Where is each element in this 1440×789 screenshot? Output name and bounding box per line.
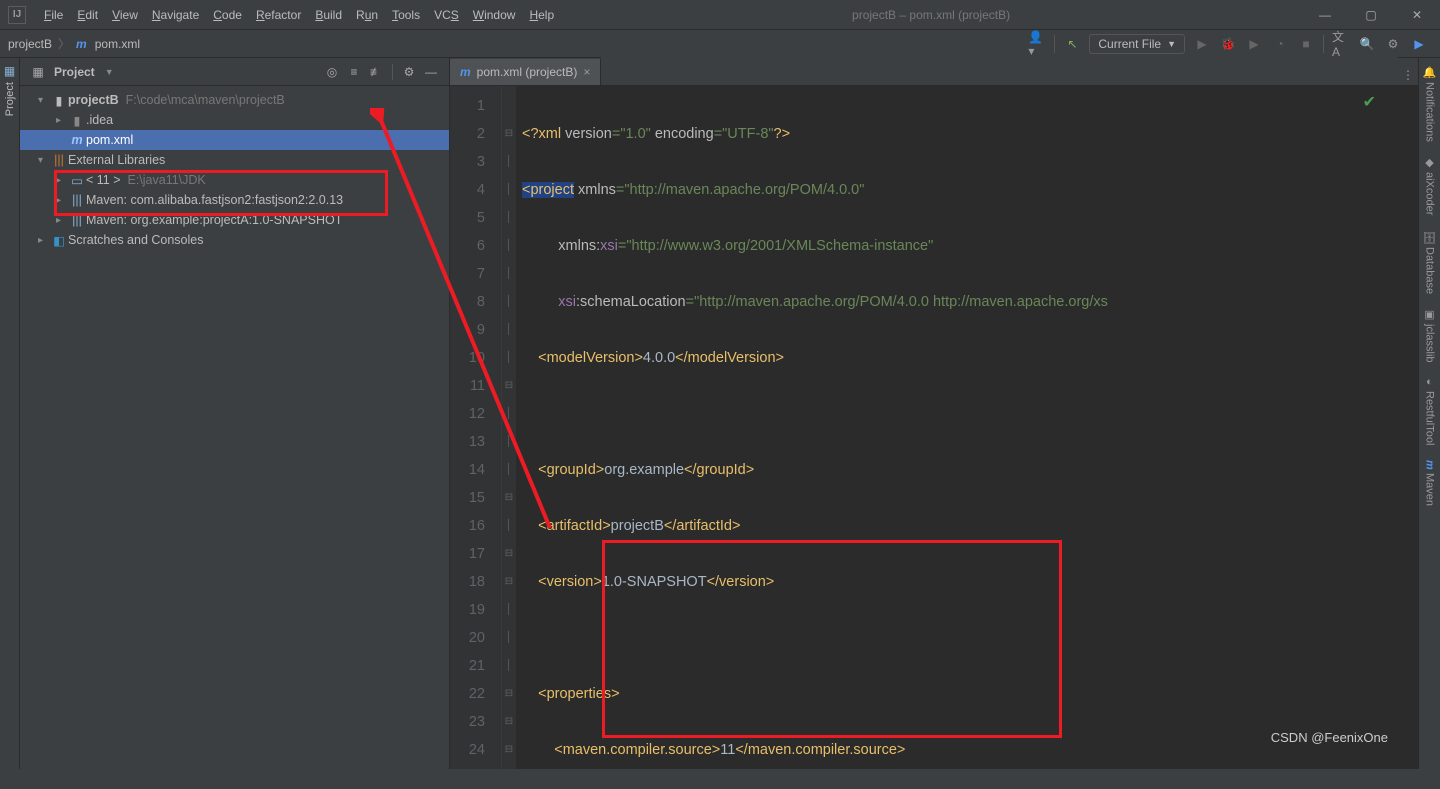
menu-run[interactable]: Run <box>350 4 384 26</box>
project-tool-button[interactable]: ▦ Project <box>4 64 16 116</box>
breadcrumb: projectB 〉 m pom.xml <box>8 35 140 52</box>
right-tool-strip: 🔔Notifications ◆aiXcoder 🗄Database ▣jcla… <box>1418 58 1440 769</box>
profiler-icon[interactable]: ◔ <box>1271 35 1289 53</box>
nav-bar: projectB 〉 m pom.xml 👤▾ ↖ Current File▼ … <box>0 30 1440 58</box>
left-tool-strip: ▦ Project <box>0 58 20 769</box>
tree-pom-file[interactable]: mpom.xml <box>20 130 449 150</box>
tree-external-libs[interactable]: ▾|||External Libraries <box>20 150 449 170</box>
app-logo: IJ <box>8 6 26 24</box>
main-menu: File Edit View Navigate Code Refactor Bu… <box>38 4 560 26</box>
titlebar: IJ File Edit View Navigate Code Refactor… <box>0 0 1440 30</box>
editor-area: m pom.xml (projectB) × ⋮ 123456789101112… <box>450 58 1418 769</box>
search-icon[interactable]: 🔍 <box>1358 35 1376 53</box>
maven-icon: m <box>460 65 471 79</box>
tab-pom[interactable]: m pom.xml (projectB) × <box>450 59 601 85</box>
tabs-more-icon[interactable]: ⋮ <box>1398 65 1418 85</box>
tool-restful[interactable]: ◐RestfulTool <box>1424 376 1436 445</box>
folder-icon: ▮ <box>50 93 68 108</box>
expand-icon[interactable]: ≡ <box>344 62 364 82</box>
chevron-down-icon[interactable]: ▼ <box>105 67 114 77</box>
fold-column[interactable]: ⊟││││││││⊟│││⊟│⊟⊟│││⊟⊟⊟ <box>502 86 516 769</box>
hide-icon[interactable]: — <box>421 62 441 82</box>
close-tab-icon[interactable]: × <box>583 65 590 79</box>
panel-icon: ▦ <box>28 62 48 82</box>
editor-tabs: m pom.xml (projectB) × ⋮ <box>450 58 1418 86</box>
crumb-file[interactable]: pom.xml <box>95 37 140 51</box>
panel-title: Project <box>54 65 95 79</box>
maven-icon: m <box>1424 460 1436 470</box>
menu-edit[interactable]: Edit <box>71 4 104 26</box>
project-tree[interactable]: ▾▮projectB F:\code\mca\maven\projectB ▸▮… <box>20 86 449 254</box>
gear-icon[interactable]: ⚙ <box>399 62 419 82</box>
project-panel-header: ▦ Project ▼ ◎ ≡ ≢ ⚙ — <box>20 58 449 86</box>
stop-icon[interactable]: ■ <box>1297 35 1315 53</box>
libraries-icon: ||| <box>50 153 68 167</box>
rest-icon: ◐ <box>1424 376 1436 388</box>
chevron-down-icon: ▼ <box>1167 39 1176 49</box>
library-icon: ||| <box>68 193 86 207</box>
minimize-button[interactable]: — <box>1302 0 1348 30</box>
folder-icon: ▦ <box>4 64 15 78</box>
run-config-select[interactable]: Current File▼ <box>1089 34 1185 54</box>
coverage-icon[interactable]: ▶ <box>1245 35 1263 53</box>
tool-notifications[interactable]: 🔔Notifications <box>1423 66 1436 142</box>
library-icon: ||| <box>68 213 86 227</box>
code-content[interactable]: <?xml version="1.0" encoding="UTF-8"?> <… <box>516 86 1418 769</box>
tool-database[interactable]: 🗄Database <box>1423 230 1436 294</box>
project-panel: ▦ Project ▼ ◎ ≡ ≢ ⚙ — ▾▮projectB F:\code… <box>20 58 450 769</box>
inspection-ok-icon[interactable]: ✔ <box>1363 92 1376 112</box>
ai-icon: ◆ <box>1423 156 1436 169</box>
menu-vcs[interactable]: VCS <box>428 4 465 26</box>
watermark: CSDN @FeenixOne <box>1271 730 1388 745</box>
tree-maven-lib-1[interactable]: ▸|||Maven: com.alibaba.fastjson2:fastjso… <box>20 190 449 210</box>
menu-navigate[interactable]: Navigate <box>146 4 205 26</box>
tool-aixcoder[interactable]: ◆aiXcoder <box>1423 156 1436 215</box>
run-icon[interactable]: ▶ <box>1193 35 1211 53</box>
menu-view[interactable]: View <box>106 4 144 26</box>
tool-jclasslib[interactable]: ▣jclasslib <box>1423 308 1436 363</box>
translate-icon[interactable]: 文A <box>1332 35 1350 53</box>
tree-project-root[interactable]: ▾▮projectB F:\code\mca\maven\projectB <box>20 90 449 110</box>
folder-icon: ▮ <box>68 113 86 128</box>
menu-refactor[interactable]: Refactor <box>250 4 307 26</box>
menu-build[interactable]: Build <box>309 4 348 26</box>
tree-jdk[interactable]: ▸▭< 11 > E:\java11\JDK <box>20 170 449 190</box>
collapse-icon[interactable]: ≢ <box>366 62 386 82</box>
user-icon[interactable]: 👤▾ <box>1028 35 1046 53</box>
tab-label: pom.xml (projectB) <box>477 65 578 79</box>
maven-icon: m <box>76 37 87 51</box>
close-button[interactable]: ✕ <box>1394 0 1440 30</box>
menu-help[interactable]: Help <box>523 4 560 26</box>
class-icon: ▣ <box>1423 308 1436 321</box>
build-hammer-icon[interactable]: ↖ <box>1063 35 1081 53</box>
menu-window[interactable]: Window <box>467 4 522 26</box>
window-controls: — ▢ ✕ <box>1302 0 1440 30</box>
menu-file[interactable]: File <box>38 4 69 26</box>
tree-idea-folder[interactable]: ▸▮.idea <box>20 110 449 130</box>
menu-code[interactable]: Code <box>207 4 248 26</box>
scratch-icon: ◧ <box>50 233 68 248</box>
menu-tools[interactable]: Tools <box>386 4 426 26</box>
window-title: projectB – pom.xml (projectB) <box>560 8 1302 22</box>
settings-icon[interactable]: ⚙ <box>1384 35 1402 53</box>
tool-maven[interactable]: mMaven <box>1424 460 1436 506</box>
crumb-project[interactable]: projectB <box>8 37 52 51</box>
maven-icon: m <box>68 133 86 147</box>
toolbar: 👤▾ ↖ Current File▼ ▶ 🐞 ▶ ◔ ■ 文A 🔍 ⚙ ▶ <box>1028 34 1428 54</box>
main-area: ▦ Project ▦ Project ▼ ◎ ≡ ≢ ⚙ — ▾▮projec… <box>0 58 1440 769</box>
tree-maven-lib-2[interactable]: ▸|||Maven: org.example:projectA:1.0-SNAP… <box>20 210 449 230</box>
tree-scratches[interactable]: ▸◧Scratches and Consoles <box>20 230 449 250</box>
chevron-right-icon: 〉 <box>58 35 70 52</box>
database-icon: 🗄 <box>1423 230 1436 244</box>
brand-icon[interactable]: ▶ <box>1410 35 1428 53</box>
maximize-button[interactable]: ▢ <box>1348 0 1394 30</box>
locate-icon[interactable]: ◎ <box>322 62 342 82</box>
debug-icon[interactable]: 🐞 <box>1219 35 1237 53</box>
bell-icon: 🔔 <box>1423 66 1436 79</box>
line-gutter: 123456789101112131415161718192021222324 <box>450 86 502 769</box>
status-bar <box>0 769 1440 789</box>
code-editor[interactable]: 123456789101112131415161718192021222324 … <box>450 86 1418 769</box>
jdk-icon: ▭ <box>68 173 86 188</box>
